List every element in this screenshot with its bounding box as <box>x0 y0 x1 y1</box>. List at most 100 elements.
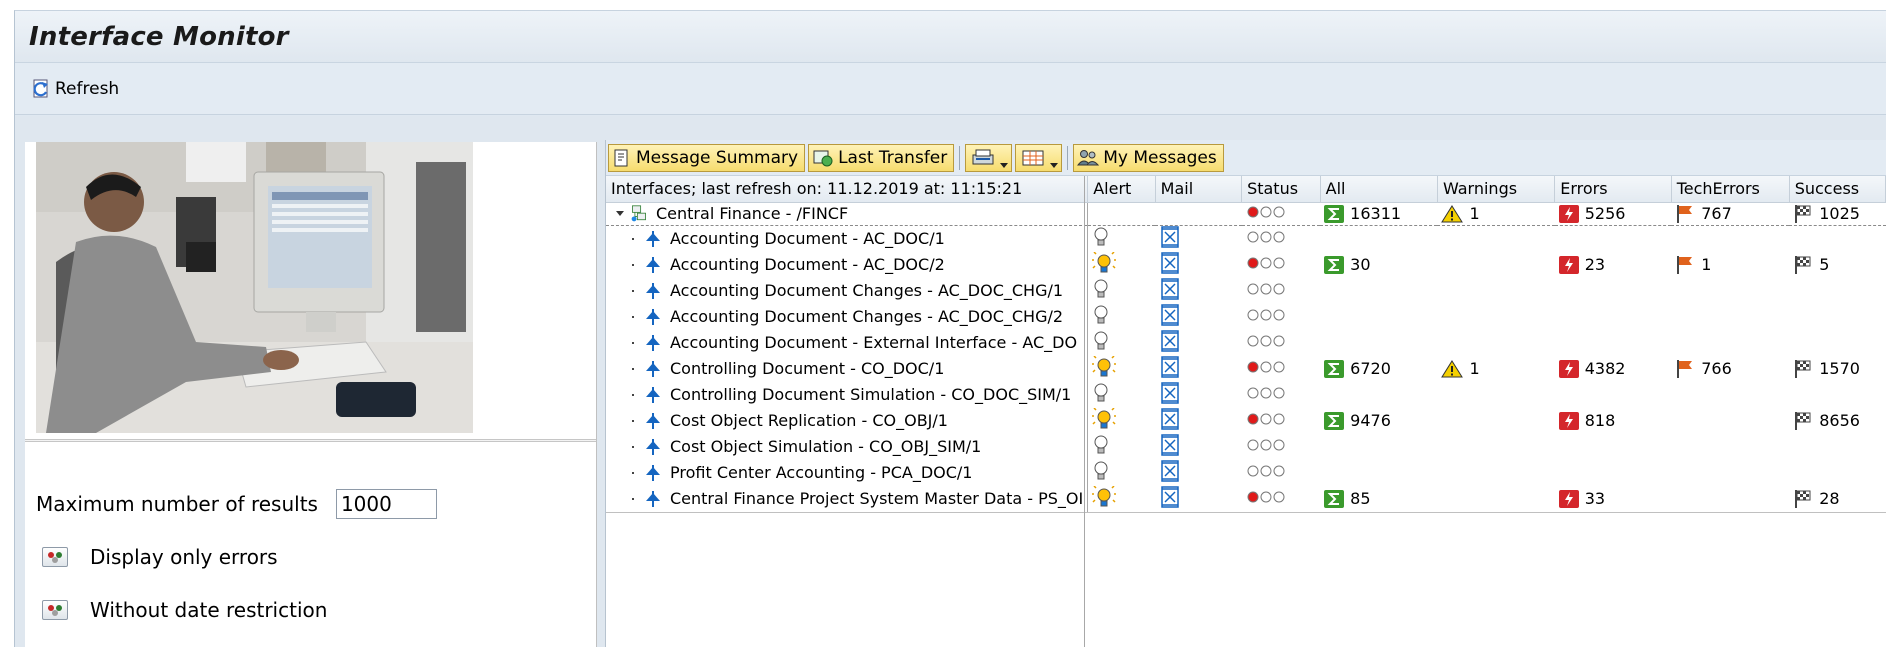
cell-errors[interactable]: 23 <box>1555 252 1671 278</box>
cell-alert[interactable] <box>1088 330 1155 356</box>
cell-status[interactable] <box>1242 252 1321 278</box>
panel-splitter[interactable] <box>25 439 596 442</box>
cell-status[interactable] <box>1242 434 1321 460</box>
last-transfer-button[interactable]: Last Transfer <box>808 143 955 172</box>
header-status[interactable]: Status <box>1241 176 1321 203</box>
cell-alert[interactable] <box>1088 434 1155 460</box>
header-all[interactable]: All <box>1320 176 1438 203</box>
cell-interface-name[interactable]: Cost Object Simulation - CO_OBJ_SIM/1 <box>606 433 1089 460</box>
table-row[interactable]: Controlling Document Simulation - CO_DOC… <box>606 381 1886 408</box>
cell-mail[interactable] <box>1155 225 1241 252</box>
cell-mail[interactable] <box>1155 304 1241 330</box>
my-messages-button[interactable]: My Messages <box>1073 143 1224 172</box>
cell-interface-name[interactable]: Accounting Document Changes - AC_DOC_CHG… <box>606 277 1089 304</box>
cell-status[interactable] <box>1242 460 1321 486</box>
table-row[interactable]: Accounting Document - AC_DOC/2 30 23 1 5 <box>606 251 1886 278</box>
cell-all[interactable]: 9476 <box>1320 408 1437 434</box>
cell-mail[interactable] <box>1155 382 1241 408</box>
header-alert[interactable]: Alert <box>1087 176 1156 203</box>
header-interfaces[interactable]: Interfaces; last refresh on: 11.12.2019 … <box>606 176 1089 203</box>
cell-mail[interactable] <box>1155 330 1241 356</box>
cell-interface-name[interactable]: Controlling Document Simulation - CO_DOC… <box>606 381 1089 408</box>
header-tech-errors[interactable]: TechErrors <box>1671 176 1790 203</box>
cell-status[interactable] <box>1241 485 1321 513</box>
cell-status[interactable] <box>1242 356 1321 382</box>
layout-menu-button[interactable] <box>1015 143 1063 172</box>
table-row[interactable]: Accounting Document - External Interface… <box>606 329 1886 356</box>
cell-interface-name[interactable]: Accounting Document - AC_DOC/1 <box>606 225 1089 252</box>
cell-all[interactable]: 30 <box>1320 252 1437 278</box>
cell-tech-errors[interactable]: 766 <box>1671 356 1789 382</box>
cell-alert[interactable] <box>1088 278 1155 304</box>
table-row[interactable]: Controlling Document - CO_DOC/1 6720 1 4382… <box>606 355 1886 382</box>
cell-errors[interactable]: 33 <box>1554 485 1672 513</box>
cell-status[interactable] <box>1241 201 1321 226</box>
cell-success[interactable]: 8656 <box>1789 408 1885 434</box>
cell-interface-name[interactable]: Accounting Document - AC_DOC/2 <box>606 251 1089 278</box>
cell-warnings[interactable]: 1 <box>1437 201 1555 226</box>
cell-interface-name[interactable]: Central Finance - /FINCF <box>606 201 1089 226</box>
cell-errors[interactable]: 5256 <box>1554 201 1672 226</box>
cell-interface-name[interactable]: Cost Object Replication - CO_OBJ/1 <box>606 407 1089 434</box>
cell-mail[interactable] <box>1155 434 1241 460</box>
cell-success[interactable]: 28 <box>1789 485 1886 513</box>
cell-all[interactable]: 6720 <box>1320 356 1437 382</box>
cell-status[interactable] <box>1242 382 1321 408</box>
cell-alert[interactable] <box>1088 304 1155 330</box>
cell-tech-errors[interactable]: 1 <box>1671 252 1789 278</box>
cell-status[interactable] <box>1242 304 1321 330</box>
only-errors-toggle[interactable] <box>42 547 68 567</box>
refresh-button[interactable]: Refresh <box>29 77 119 101</box>
cell-success[interactable]: 1570 <box>1789 356 1885 382</box>
table-row[interactable]: Accounting Document - AC_DOC/1 <box>606 225 1886 252</box>
table-row[interactable]: Cost Object Replication - CO_OBJ/1 9476 81… <box>606 407 1886 434</box>
cell-all[interactable]: 16311 <box>1320 201 1438 226</box>
header-mail[interactable]: Mail <box>1155 176 1243 203</box>
cell-interface-name[interactable]: Profit Center Accounting - PCA_DOC/1 <box>606 459 1089 486</box>
cell-interface-name[interactable]: Central Finance Project System Master Da… <box>606 485 1089 513</box>
cell-warnings[interactable]: 1 <box>1437 356 1554 382</box>
cell-success[interactable]: 5 <box>1789 252 1885 278</box>
cell-mail[interactable] <box>1155 278 1241 304</box>
header-success[interactable]: Success <box>1789 176 1886 203</box>
cell-success[interactable]: 1025 <box>1789 201 1886 226</box>
cell-success <box>1789 304 1885 330</box>
cell-mail[interactable] <box>1155 356 1241 382</box>
cell-errors[interactable]: 818 <box>1555 408 1671 434</box>
table-row[interactable]: Accounting Document Changes - AC_DOC_CHG… <box>606 277 1886 304</box>
table-row[interactable]: Cost Object Simulation - CO_OBJ_SIM/1 <box>606 433 1886 460</box>
table-row[interactable]: Accounting Document Changes - AC_DOC_CHG… <box>606 303 1886 330</box>
cell-mail[interactable] <box>1155 485 1242 513</box>
cell-alert[interactable] <box>1088 460 1155 486</box>
message-summary-button[interactable]: Message Summary <box>608 143 806 172</box>
cell-alert[interactable] <box>1088 251 1155 278</box>
table-row[interactable]: Central Finance Project System Master Da… <box>606 485 1886 513</box>
table-row-root[interactable]: Central Finance - /FINCF 16311 1 5256 767 102… <box>606 201 1886 226</box>
header-warnings[interactable]: Warnings <box>1437 176 1556 203</box>
cell-interface-name[interactable]: Controlling Document - CO_DOC/1 <box>606 355 1089 382</box>
print-menu-button[interactable] <box>965 143 1013 172</box>
cell-all[interactable]: 85 <box>1320 485 1438 513</box>
cell-alert[interactable] <box>1087 485 1156 513</box>
cell-mail[interactable] <box>1155 460 1241 486</box>
cell-status[interactable] <box>1242 408 1321 434</box>
cell-alert[interactable] <box>1088 407 1155 434</box>
max-results-input[interactable] <box>335 489 437 519</box>
cell-alert[interactable] <box>1088 225 1155 252</box>
cell-interface-name[interactable]: Accounting Document Changes - AC_DOC_CHG… <box>606 303 1089 330</box>
table-row[interactable]: Profit Center Accounting - PCA_DOC/1 <box>606 459 1886 486</box>
cell-alert[interactable] <box>1088 355 1155 382</box>
cell-interface-name[interactable]: Accounting Document - External Interface… <box>606 329 1089 356</box>
cell-alert[interactable] <box>1088 382 1155 408</box>
cell-mail[interactable] <box>1155 408 1241 434</box>
collapse-arrow-icon[interactable] <box>616 211 624 217</box>
header-errors[interactable]: Errors <box>1554 176 1672 203</box>
cell-errors[interactable]: 4382 <box>1555 356 1671 382</box>
cell-status[interactable] <box>1242 225 1321 252</box>
cell-errors <box>1555 382 1671 408</box>
no-date-toggle[interactable] <box>42 600 68 620</box>
cell-tech-errors[interactable]: 767 <box>1671 201 1790 226</box>
cell-status[interactable] <box>1242 330 1321 356</box>
cell-status[interactable] <box>1242 278 1321 304</box>
cell-mail[interactable] <box>1155 252 1241 278</box>
